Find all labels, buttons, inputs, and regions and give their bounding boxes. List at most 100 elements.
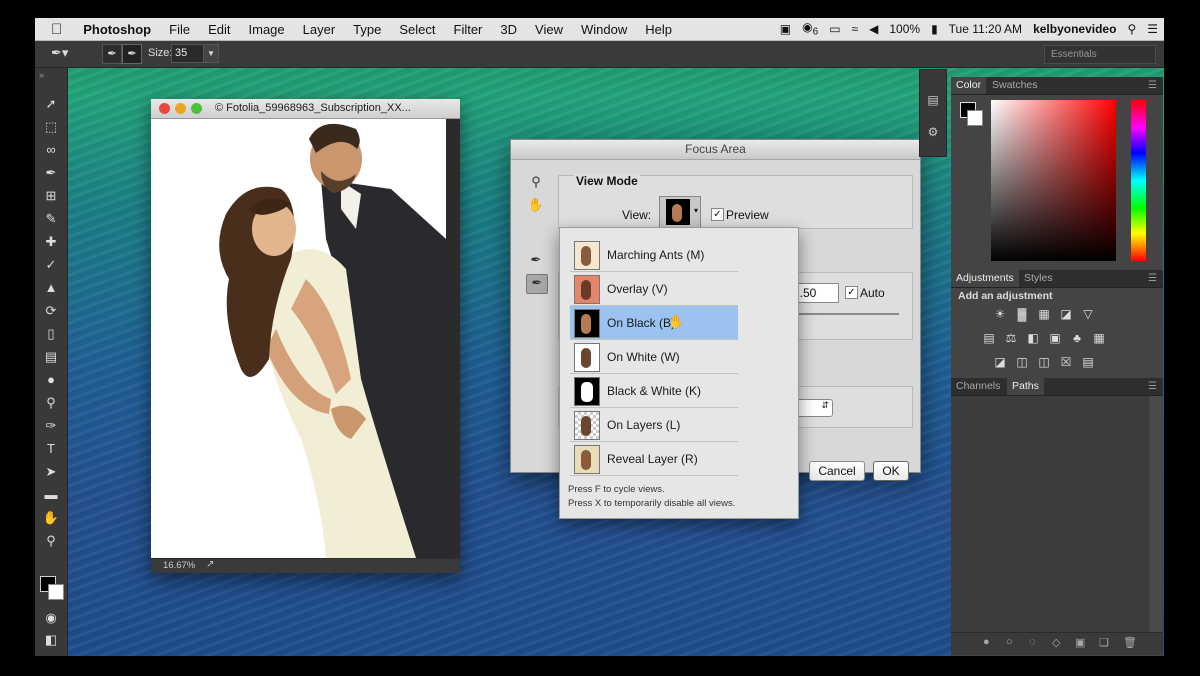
levels-icon[interactable]: ▓ xyxy=(1015,307,1029,321)
color-balance-icon[interactable]: ⚖ xyxy=(1004,331,1018,345)
add-to-region-icon[interactable]: ✒ xyxy=(102,44,122,64)
trash-icon[interactable]: 🗑 xyxy=(1123,636,1137,649)
menu-layer[interactable]: Layer xyxy=(294,22,345,37)
dialog-title[interactable]: Focus Area xyxy=(511,140,920,160)
menu-view[interactable]: View xyxy=(526,22,572,37)
display-icon[interactable]: ▣ xyxy=(780,22,791,36)
invert-icon[interactable]: ◪ xyxy=(993,355,1007,369)
view-thumbnail-select[interactable]: ▾ xyxy=(659,196,701,228)
lasso-tool-icon[interactable]: ∞ xyxy=(35,140,67,160)
brush-tool-preset-icon[interactable]: ✒▾ xyxy=(51,45,77,63)
pen-tool-icon[interactable]: ✑ xyxy=(35,416,67,436)
color-picker-field[interactable] xyxy=(991,100,1116,261)
airplay-icon[interactable]: ▭ xyxy=(829,22,840,36)
vibrance-icon[interactable]: ▽ xyxy=(1081,307,1095,321)
panel-menu-icon[interactable]: ☰ xyxy=(1148,378,1157,395)
hand-tool-icon[interactable]: ✋ xyxy=(526,197,546,215)
battery-icon[interactable]: ▮ xyxy=(931,22,938,36)
document-canvas-photo[interactable] xyxy=(151,119,446,558)
clone-stamp-tool-icon[interactable]: ▲ xyxy=(35,278,67,298)
brightness-contrast-icon[interactable]: ☀ xyxy=(993,307,1007,321)
tab-paths[interactable]: Paths xyxy=(1007,378,1044,395)
view-option-marching-ants[interactable]: Marching Ants (M) xyxy=(570,238,738,272)
dodge-tool-icon[interactable]: ⚲ xyxy=(35,393,67,413)
notification-icon[interactable]: ◉6 xyxy=(802,20,818,37)
new-path-icon[interactable]: ❏ xyxy=(1099,636,1109,649)
auto-checkbox[interactable]: ✓ xyxy=(845,285,858,300)
view-option-on-white[interactable]: On White (W) xyxy=(570,340,738,374)
properties-panel-icon[interactable]: ⚙ xyxy=(923,122,943,142)
make-work-path-icon[interactable]: ◇ xyxy=(1052,636,1060,649)
hue-slider[interactable] xyxy=(1131,100,1146,261)
share-icon[interactable]: ↗ xyxy=(206,559,214,570)
zoom-tool-icon[interactable]: ⚲ xyxy=(35,531,67,551)
menu-help[interactable]: Help xyxy=(636,22,681,37)
load-selection-icon[interactable]: ◌ xyxy=(1029,636,1036,648)
exposure-icon[interactable]: ◪ xyxy=(1059,307,1073,321)
curves-icon[interactable]: ▦ xyxy=(1037,307,1051,321)
menu-type[interactable]: Type xyxy=(344,22,390,37)
fill-path-icon[interactable]: ● xyxy=(983,636,990,648)
paths-list-area[interactable] xyxy=(951,396,1149,632)
menu-select[interactable]: Select xyxy=(390,22,444,37)
cancel-button[interactable]: Cancel xyxy=(809,461,865,481)
hand-tool-icon[interactable]: ✋ xyxy=(35,508,67,528)
tab-color[interactable]: Color xyxy=(951,77,987,94)
paths-scrollbar[interactable] xyxy=(1150,396,1162,632)
document-title-bar[interactable]: © Fotolia_59968963_Subscription_XX... xyxy=(151,99,460,119)
wifi-icon[interactable]: ≈ xyxy=(852,22,859,36)
hue-saturation-icon[interactable]: ▤ xyxy=(982,331,996,345)
color-lookup-icon[interactable]: ▦ xyxy=(1092,331,1106,345)
volume-icon[interactable]: ◀ xyxy=(869,22,878,36)
panel-menu-icon[interactable]: ☰ xyxy=(1148,270,1157,287)
marquee-tool-icon[interactable]: ⬚ xyxy=(35,117,67,137)
healing-brush-tool-icon[interactable]: ✚ xyxy=(35,232,67,252)
tab-adjustments[interactable]: Adjustments xyxy=(951,270,1019,287)
add-mask-icon[interactable]: ▣ xyxy=(1075,636,1085,649)
menu-image[interactable]: Image xyxy=(240,22,294,37)
view-option-reveal-layer[interactable]: Reveal Layer (R) xyxy=(570,442,738,476)
menu-edit[interactable]: Edit xyxy=(199,22,239,37)
eyedropper-tool-icon[interactable]: ✎ xyxy=(35,209,67,229)
zoom-tool-icon[interactable]: ⚲ xyxy=(526,174,546,192)
view-option-on-layers[interactable]: On Layers (L) xyxy=(570,408,738,442)
tab-swatches[interactable]: Swatches xyxy=(987,77,1043,94)
close-window-button[interactable] xyxy=(159,103,170,114)
zoom-window-button[interactable] xyxy=(191,103,202,114)
menu-filter[interactable]: Filter xyxy=(445,22,492,37)
view-option-overlay[interactable]: Overlay (V) xyxy=(570,272,738,306)
focus-area-subtract-tool-icon[interactable]: ✒ xyxy=(526,274,548,294)
preview-checkbox[interactable]: ✓ xyxy=(711,207,724,222)
brush-tool-icon[interactable]: ✓ xyxy=(35,255,67,275)
size-input[interactable]: 35 xyxy=(171,44,204,63)
rectangle-tool-icon[interactable]: ▬ xyxy=(35,485,67,505)
subtract-from-region-icon[interactable]: ✒ xyxy=(122,44,142,64)
history-brush-tool-icon[interactable]: ⟳ xyxy=(35,301,67,321)
gradient-map-icon[interactable]: ▤ xyxy=(1081,355,1095,369)
menu-window[interactable]: Window xyxy=(572,22,636,37)
photo-filter-icon[interactable]: ▣ xyxy=(1048,331,1062,345)
workspace-select[interactable]: Essentials xyxy=(1044,45,1156,64)
eraser-tool-icon[interactable]: ▯ xyxy=(35,324,67,344)
threshold-icon[interactable]: ◫ xyxy=(1037,355,1051,369)
path-selection-tool-icon[interactable]: ➤ xyxy=(35,462,67,482)
quick-selection-tool-icon[interactable]: ✒ xyxy=(35,163,67,183)
stroke-path-icon[interactable]: ○ xyxy=(1006,636,1013,648)
selective-color-icon[interactable]: ☒ xyxy=(1059,355,1073,369)
menu-file[interactable]: File xyxy=(160,22,199,37)
apple-menu-icon[interactable]:  xyxy=(35,21,74,38)
panel-menu-icon[interactable]: ☰ xyxy=(1148,77,1157,94)
move-tool-icon[interactable]: ➚ xyxy=(35,94,67,114)
view-option-black-white[interactable]: Black & White (K) xyxy=(570,374,738,408)
clock[interactable]: Tue 11:20 AM xyxy=(949,22,1022,36)
black-white-icon[interactable]: ◧ xyxy=(1026,331,1040,345)
tab-styles[interactable]: Styles xyxy=(1019,270,1058,287)
background-color-chip[interactable] xyxy=(967,110,983,126)
crop-tool-icon[interactable]: ⊞ xyxy=(35,186,67,206)
menu-list-icon[interactable]: ☰ xyxy=(1147,22,1158,36)
ok-button[interactable]: OK xyxy=(873,461,909,481)
focus-area-add-tool-icon[interactable]: ✒ xyxy=(526,252,546,270)
view-option-on-black[interactable]: On Black (B) ✋ xyxy=(570,306,738,340)
range-slider-track[interactable] xyxy=(789,313,899,315)
channel-mixer-icon[interactable]: ♣ xyxy=(1070,331,1084,345)
